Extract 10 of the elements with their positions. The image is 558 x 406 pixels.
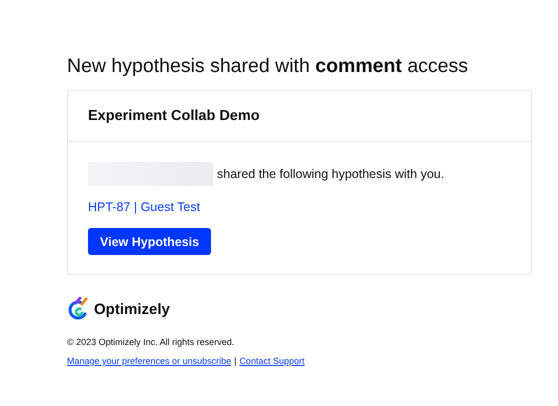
copyright-text: © 2023 Optimizely Inc. All rights reserved.	[67, 337, 236, 347]
footer-link[interactable]: Contact Support	[239, 356, 304, 366]
email-heading: New hypothesis shared with comment access	[67, 54, 470, 78]
share-message: shared the following hypothesis with you.	[217, 167, 444, 181]
card-title: Experiment Collab Demo	[68, 91, 531, 142]
footer-link[interactable]: Manage your preferences or unsubscribe	[67, 356, 232, 366]
view-hypothesis-button[interactable]: View Hypothesis	[88, 228, 212, 255]
link-separator: |	[234, 356, 236, 366]
hypothesis-link[interactable]: HPT-87 | Guest Test	[88, 200, 200, 214]
brand-name: Optimizely	[94, 300, 170, 318]
